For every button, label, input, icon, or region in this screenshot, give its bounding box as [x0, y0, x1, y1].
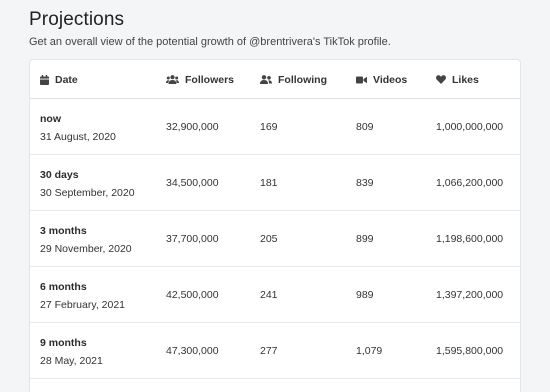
following-value: 241 [260, 289, 278, 301]
followers-value: 37,700,000 [166, 233, 219, 245]
column-header-following-label: Following [278, 73, 327, 86]
table-header: Date Followers Following Videos Likes [30, 60, 520, 99]
date-value: 30 September, 2020 [40, 187, 135, 199]
users-icon [166, 75, 179, 84]
column-header-date: Date [40, 60, 78, 99]
projections-table: Date Followers Following Videos Likes no… [29, 59, 521, 392]
likes-value: 1,595,800,000 [436, 345, 504, 357]
date-value: 27 February, 2021 [40, 299, 126, 311]
videos-value: 809 [356, 121, 374, 133]
column-header-videos-label: Videos [373, 73, 408, 86]
calendar-icon [40, 74, 49, 85]
column-header-following: Following [260, 60, 327, 99]
heart-icon [436, 75, 446, 84]
date-value: 29 November, 2020 [40, 243, 132, 255]
following-value: 169 [260, 121, 278, 133]
likes-value: 1,198,600,000 [436, 233, 504, 245]
likes-value: 1,066,200,000 [436, 177, 504, 189]
column-header-videos: Videos [356, 60, 407, 99]
period-label: now [40, 113, 61, 125]
videos-value: 1,079 [356, 345, 383, 357]
table-row: 30 days 30 September, 2020 34,500,000 18… [30, 155, 520, 211]
page-subtitle: Get an overall view of the potential gro… [29, 36, 391, 48]
table-row: 3 months 29 November, 2020 37,700,000 20… [30, 211, 520, 267]
likes-value: 1,000,000,000 [436, 121, 504, 133]
followers-value: 34,500,000 [166, 177, 219, 189]
column-header-likes: Likes [436, 60, 479, 99]
followers-value: 47,300,000 [166, 345, 219, 357]
likes-value: 1,397,200,000 [436, 289, 504, 301]
column-header-likes-label: Likes [452, 73, 479, 86]
table-row: 6 months 27 February, 2021 42,500,000 24… [30, 267, 520, 323]
table-row: now 31 August, 2020 32,900,000 169 809 1… [30, 99, 520, 155]
period-label: 3 months [40, 225, 87, 237]
column-header-followers: Followers [166, 60, 234, 99]
date-value: 28 May, 2021 [40, 355, 103, 367]
following-value: 181 [260, 177, 278, 189]
table-row: 9 months 28 May, 2021 47,300,000 277 1,0… [30, 323, 520, 379]
videos-value: 989 [356, 289, 374, 301]
videos-value: 899 [356, 233, 374, 245]
period-label: 9 months [40, 337, 87, 349]
followers-value: 42,500,000 [166, 289, 219, 301]
page-title: Projections [29, 9, 125, 30]
period-label: 30 days [40, 169, 79, 181]
column-header-date-label: Date [55, 73, 78, 86]
following-value: 205 [260, 233, 278, 245]
videos-value: 839 [356, 177, 374, 189]
video-camera-icon [356, 76, 367, 83]
following-value: 277 [260, 345, 278, 357]
followers-value: 32,900,000 [166, 121, 219, 133]
column-header-followers-label: Followers [185, 73, 235, 86]
date-value: 31 August, 2020 [40, 131, 116, 143]
user-friends-icon [260, 75, 272, 84]
period-label: 6 months [40, 281, 87, 293]
